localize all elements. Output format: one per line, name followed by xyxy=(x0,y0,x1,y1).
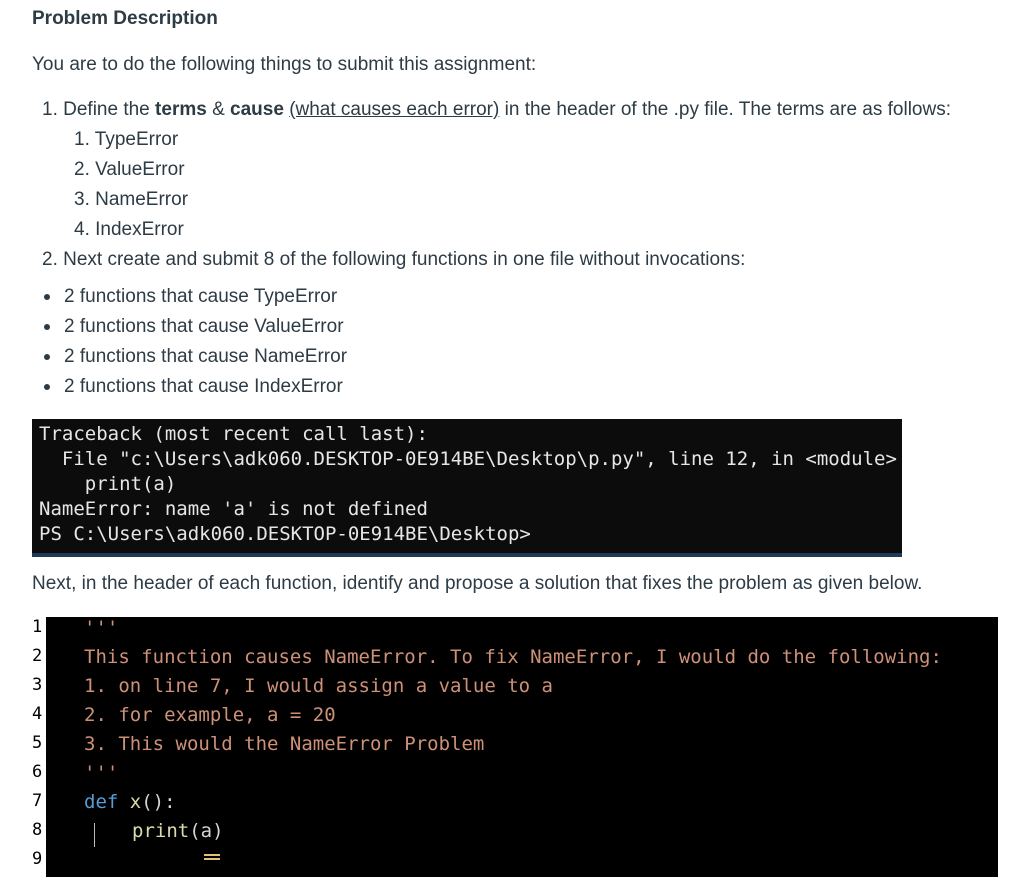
terminal-line: PS C:\Users\adk060.DESKTOP-0E914BE\Deskt… xyxy=(39,523,531,545)
step-1-suffix: in the header of the .py file. The terms… xyxy=(499,99,952,120)
section-heading: Problem Description xyxy=(32,8,218,29)
term-item: 3. NameError xyxy=(74,189,189,210)
line-number: 8 xyxy=(32,820,46,849)
bullet-item: 2 functions that cause ValueError xyxy=(64,316,344,337)
step-1-number: 1. xyxy=(42,99,58,120)
step-1-terms: terms xyxy=(155,99,207,120)
doc-line: This function causes NameError. To fix N… xyxy=(84,646,942,668)
term-item: 1. TypeError xyxy=(74,129,179,150)
terminal-line: print(a) xyxy=(39,473,177,495)
def-line: def x(): xyxy=(84,791,176,813)
docstring-close: ''' xyxy=(84,762,119,784)
code-editor: 1 2 3 4 5 6 7 8 9 ''' This function caus… xyxy=(32,617,998,878)
intro-text: You are to do the following things to su… xyxy=(32,54,537,75)
line-number: 9 xyxy=(32,849,46,878)
step-1-prefix: Define the xyxy=(63,99,156,120)
doc-line: 3. This would the NameError Problem xyxy=(84,733,485,755)
bullet-item: 2 functions that cause IndexError xyxy=(64,376,343,397)
step-2: 2. Next create and submit 8 of the follo… xyxy=(42,249,746,270)
line-number: 3 xyxy=(32,675,46,704)
bullet-dot xyxy=(44,294,50,300)
line-number: 6 xyxy=(32,762,46,791)
bullet-item: 2 functions that cause NameError xyxy=(64,346,348,367)
step-1-cause: cause xyxy=(230,99,284,120)
terminal-line: NameError: name 'a' is not defined xyxy=(39,498,428,520)
bullet-dot xyxy=(44,324,50,330)
line-number: 2 xyxy=(32,646,46,675)
def-keyword: def xyxy=(84,791,119,813)
print-call: print xyxy=(132,820,190,842)
terminal-output: Traceback (most recent call last): File … xyxy=(32,419,902,557)
warning-underline xyxy=(204,854,220,860)
indent-guide xyxy=(94,823,95,847)
terminal-line: Traceback (most recent call last): xyxy=(39,423,428,445)
term-item: 2. ValueError xyxy=(74,159,185,180)
line-number: 1 xyxy=(32,617,46,646)
line-number: 7 xyxy=(32,791,46,820)
print-line: print(a) xyxy=(132,820,224,842)
line-number: 4 xyxy=(32,704,46,733)
function-name: x xyxy=(129,791,142,813)
term-item: 4. IndexError xyxy=(74,219,184,240)
terminal-line: File "c:\Users\adk060.DESKTOP-0E914BE\De… xyxy=(39,448,897,470)
bullet-item: 2 functions that cause TypeError xyxy=(64,286,338,307)
function-signature: (): xyxy=(141,791,176,813)
step-1: 1. Define the terms & cause (what causes… xyxy=(42,99,951,121)
print-args: (a) xyxy=(189,820,224,842)
docstring-open: ''' xyxy=(84,617,119,639)
doc-line: 2. for example, a = 20 xyxy=(84,704,336,726)
doc-line: 1. on line 7, I would assign a value to … xyxy=(84,675,553,697)
bullet-dot xyxy=(44,354,50,360)
step-1-amp: & xyxy=(206,99,231,120)
next-paragraph: Next, in the header of each function, id… xyxy=(32,573,923,594)
bullet-dot xyxy=(44,384,50,390)
line-number: 5 xyxy=(32,733,46,762)
what-causes-link[interactable]: (what causes each error) xyxy=(289,99,499,120)
